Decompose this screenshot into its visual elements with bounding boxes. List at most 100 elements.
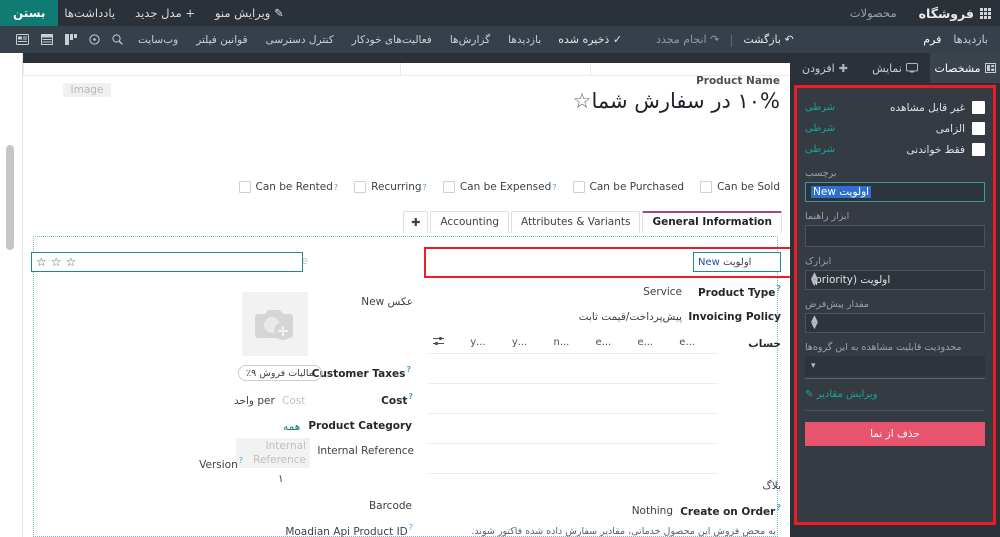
subbar-link-views[interactable]: بازدیدها [508, 34, 541, 46]
checkbox-box[interactable] [700, 181, 713, 193]
edit-menu-button[interactable]: ✎ ویرایش منو [215, 6, 284, 20]
star-outline-icon[interactable]: ☆ [51, 256, 62, 268]
subbar-link-website[interactable]: وب‌سایت [138, 34, 178, 46]
notes-button[interactable]: یادداشت‌ها [64, 6, 115, 20]
subbar-link-automations[interactable]: فعالیت‌های خودکار [352, 34, 432, 46]
spinner-icon[interactable]: ▲ ▼ [811, 315, 818, 331]
sales-price-input[interactable]: ☆ ☆ ☆ [31, 252, 303, 272]
grid-apps-icon[interactable] [980, 7, 991, 19]
product-name-value[interactable]: ۱۰% در سفارش شما [591, 89, 780, 113]
checkbox-box[interactable] [238, 181, 251, 193]
breadcrumb-form[interactable]: فرم [923, 33, 941, 46]
conditional-link[interactable]: شرطی [805, 144, 835, 155]
customer-taxes-label: ?Customer Taxes [311, 365, 411, 380]
default-field-select[interactable]: ▲ ▼ [805, 313, 985, 333]
sidebar-checkbox-readonly[interactable]: فقط خواندنی شرطی [805, 140, 985, 159]
vertical-scroll-track[interactable] [0, 53, 22, 537]
kanban-icon[interactable] [65, 34, 77, 45]
image-placeholder[interactable]: Image [63, 83, 111, 97]
tooltip-field-input[interactable] [805, 225, 985, 247]
camera-add-icon[interactable] [242, 292, 308, 356]
list-icon[interactable] [41, 34, 53, 45]
plus-icon: ✚ [838, 61, 848, 75]
add-tab-icon[interactable]: ✚ [403, 211, 429, 233]
tab-accounting[interactable]: Accounting [430, 211, 510, 233]
groups-field-select[interactable]: ▾ [805, 356, 985, 376]
internal-reference-placeholder[interactable]: Internal Reference [236, 438, 310, 468]
priority-field[interactable]: اولویت New [693, 252, 781, 272]
sidebar-divider [805, 410, 985, 411]
checkbox-can-be-expensed[interactable]: ? Can be Expensed [442, 181, 557, 193]
account-col-0[interactable]: ...e [679, 337, 695, 348]
checkbox-box[interactable] [972, 143, 985, 156]
label-field-value: اولویت New [811, 186, 872, 198]
redo-button[interactable]: ↷ انجام مجدد [656, 33, 719, 46]
form-icon[interactable] [16, 34, 29, 45]
account-col-4[interactable]: ...y [512, 337, 527, 348]
product-type-label: ?Product Type [697, 284, 781, 299]
widget-field-value: اولویت (priority) [811, 274, 891, 286]
edit-values-link[interactable]: ویرایش مقادیر ✎ [805, 389, 985, 400]
product-type-value[interactable]: Service [643, 286, 682, 298]
customer-taxes-tag[interactable]: مالیات فروش ۹٪ [238, 365, 322, 381]
search-icon[interactable] [112, 34, 123, 45]
moadian-label-wrap: ?Moadian Api Product ID [281, 523, 413, 537]
create-on-order-value-wrap: Nothing [632, 503, 673, 517]
checkbox-box[interactable] [442, 181, 455, 193]
spinner-icon[interactable]: ▲ ▼ [811, 272, 818, 288]
checkbox-box[interactable] [572, 181, 585, 193]
topbar-actions: ✎ ویرایش منو + مدل جدید یادداشت‌ها بستن [0, 0, 294, 26]
conditional-link[interactable]: شرطی [805, 102, 835, 113]
account-col-3[interactable]: ...n [553, 337, 569, 348]
close-button[interactable]: بستن [0, 0, 59, 26]
label-field-input[interactable]: اولویت New [805, 182, 985, 202]
new-model-button[interactable]: + مدل جدید [135, 6, 195, 20]
checkbox-box[interactable] [972, 101, 985, 114]
conditional-link[interactable]: شرطی [805, 123, 835, 134]
sidebar-checkbox-required[interactable]: الزامی شرطی [805, 119, 985, 138]
checkbox-box[interactable] [972, 122, 985, 135]
priority-stars[interactable]: ☆ ☆ ☆ [36, 256, 76, 268]
plus-icon: + [185, 6, 195, 20]
chevron-down-icon[interactable]: ▾ [811, 361, 816, 371]
star-outline-icon[interactable]: ☆ [36, 256, 47, 268]
tab-properties[interactable]: مشخصات [930, 53, 1000, 83]
tab-attributes-variants[interactable]: Attributes & Variants [511, 211, 641, 233]
help-icon: ? [406, 365, 411, 374]
product-category-label: Product Category [308, 420, 412, 432]
account-col-2[interactable]: ...e [596, 337, 612, 348]
breadcrumb-views[interactable]: بازدیدها [953, 33, 988, 46]
invoicing-policy-value-wrap: پیش‌پرداخت/قیمت ثابت [579, 309, 682, 323]
sidebar-checkbox-invisible[interactable]: غیر قابل مشاهده شرطی [805, 98, 985, 117]
star-outline-icon[interactable]: ☆ [66, 256, 77, 268]
app-brand-name[interactable]: فروشگاه [919, 6, 974, 21]
account-col-5[interactable]: ...y [470, 337, 485, 348]
subbar-link-access-control[interactable]: کنترل دسترسی [266, 34, 334, 46]
checkbox-box[interactable] [354, 181, 367, 193]
remove-from-view-button[interactable]: حذف از نما [805, 422, 985, 446]
subbar-link-filter-rules[interactable]: قوانین فیلتر [196, 34, 247, 46]
checkbox-recurring[interactable]: ? Recurring [354, 181, 427, 193]
account-col-1[interactable]: ...e [637, 337, 653, 348]
tab-view[interactable]: نمایش [860, 53, 930, 83]
checkbox-can-be-rented[interactable]: ? Can be Rented [238, 181, 338, 193]
undo-button[interactable]: ↶ بازگشت [743, 33, 793, 46]
table-divider [428, 353, 718, 354]
checkbox-can-be-purchased[interactable]: Can be Purchased [572, 181, 684, 193]
vertical-scroll-thumb[interactable] [6, 145, 14, 250]
create-on-order-value[interactable]: Nothing [632, 505, 673, 517]
invoicing-policy-value[interactable]: پیش‌پرداخت/قیمت ثابت [579, 311, 682, 323]
clock-icon[interactable] [89, 34, 100, 45]
widget-field-select[interactable]: اولویت (priority) ▲ ▼ [805, 270, 985, 290]
product-category-value[interactable]: همه [283, 421, 300, 433]
sliders-icon[interactable] [433, 336, 445, 349]
cost-placeholder: Cost [282, 395, 306, 407]
topbar-menu-products[interactable]: محصولات [850, 6, 897, 20]
barcode-label: Barcode [368, 500, 412, 512]
checkbox-can-be-sold[interactable]: Can be Sold [700, 181, 780, 193]
pencil-icon: ✎ [274, 6, 284, 20]
subbar-link-reports[interactable]: گزارش‌ها [450, 34, 490, 46]
tab-general-information[interactable]: General Information [642, 211, 782, 233]
tab-add[interactable]: ✚ افزودن [790, 53, 860, 83]
star-outline-icon[interactable]: ☆ [573, 90, 592, 112]
